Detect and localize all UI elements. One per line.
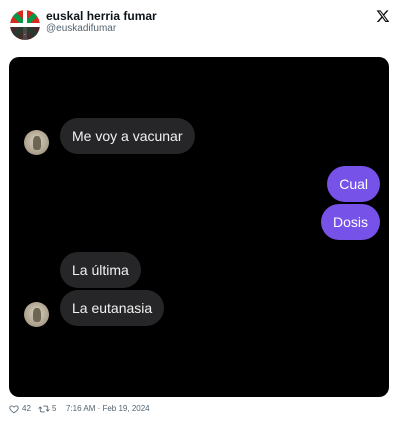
- sent-message-bubble: Cual: [327, 166, 380, 202]
- received-message-bubble: Me voy a vacunar: [60, 118, 195, 154]
- sent-message-bubble: Dosis: [320, 204, 380, 240]
- like-count: 42: [22, 404, 31, 413]
- received-message-bubble: La última: [60, 252, 141, 288]
- retweet-icon[interactable]: [38, 404, 50, 414]
- svg-text:·: ·: [24, 32, 26, 39]
- contact-avatar: [24, 130, 49, 155]
- chat-screenshot-image[interactable]: Me voy a vacunar Cual Dosis La última La…: [9, 57, 389, 397]
- author-avatar[interactable]: ·: [10, 10, 40, 40]
- heart-icon[interactable]: [9, 404, 19, 414]
- tweet-header: · euskal herria fumar @euskadifumar: [0, 0, 400, 50]
- author-name[interactable]: euskal herria fumar: [46, 9, 157, 23]
- tweet-footer: 42 5 7:16 AM · Feb 19, 2024: [0, 400, 400, 420]
- contact-avatar: [24, 302, 49, 327]
- retweet-count: 5: [52, 404, 57, 413]
- ikurrina-flag-icon: ·: [10, 10, 40, 40]
- received-message-bubble: La eutanasia: [60, 290, 165, 326]
- tweet-timestamp[interactable]: 7:16 AM · Feb 19, 2024: [66, 404, 150, 414]
- author-handle[interactable]: @euskadifumar: [46, 23, 116, 34]
- x-logo-icon[interactable]: [376, 9, 390, 23]
